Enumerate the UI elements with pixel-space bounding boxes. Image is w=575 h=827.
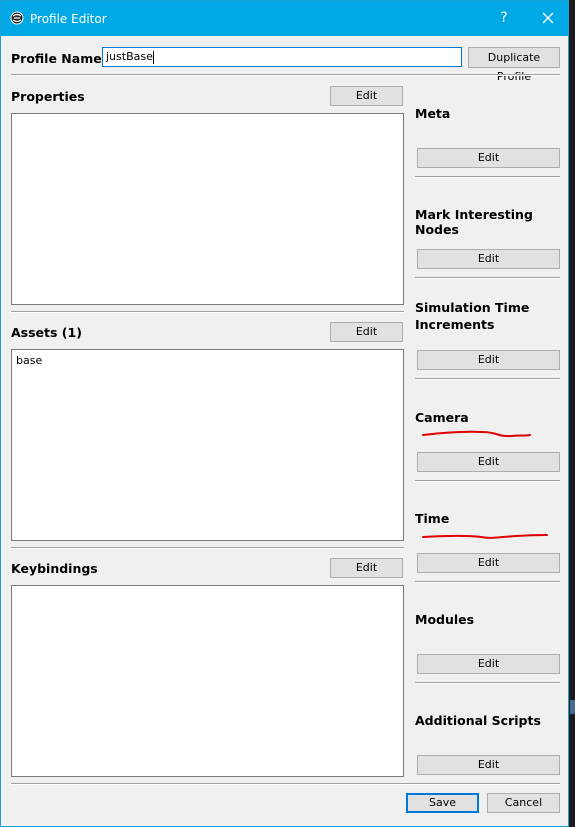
save-button[interactable]: Save	[406, 793, 479, 813]
annotation-underline	[422, 430, 531, 438]
close-icon[interactable]	[536, 7, 560, 29]
profile-editor-window: Profile Editor ? Profile Name: justBase …	[0, 0, 569, 827]
assets-label: Assets (1)	[11, 325, 82, 340]
separator	[415, 176, 560, 178]
additional-scripts-label: Additional Scripts	[415, 713, 541, 728]
modules-label: Modules	[415, 612, 475, 627]
simulation-time-increments-edit-button[interactable]: Edit	[417, 350, 560, 370]
assets-list[interactable]: base	[11, 349, 404, 541]
separator	[415, 581, 560, 583]
simulation-time-increments-label: Simulation Time	[415, 300, 530, 315]
separator	[11, 74, 560, 76]
annotation-underline	[422, 534, 548, 539]
mark-interesting-nodes-edit-button[interactable]: Edit	[417, 249, 560, 269]
time-edit-button[interactable]: Edit	[417, 553, 560, 573]
duplicate-profile-button[interactable]: Duplicate Profile	[468, 47, 560, 83]
list-item[interactable]: base	[16, 354, 42, 367]
separator	[11, 311, 404, 313]
camera-edit-button[interactable]: Edit	[417, 452, 560, 472]
text-caret	[152, 50, 154, 64]
window-title: Profile Editor	[30, 12, 107, 26]
separator	[415, 682, 560, 684]
additional-scripts-edit-button[interactable]: Edit	[417, 755, 560, 775]
background-window-edge	[570, 700, 575, 714]
properties-label: Properties	[11, 89, 85, 104]
separator	[415, 480, 560, 482]
profile-name-input[interactable]: justBase	[102, 47, 462, 67]
assets-edit-button[interactable]: Edit	[330, 322, 403, 342]
properties-edit-button[interactable]: Edit	[330, 86, 403, 106]
meta-edit-button[interactable]: Edit	[417, 148, 560, 168]
separator	[11, 783, 560, 785]
separator	[415, 277, 560, 279]
separator	[415, 378, 560, 380]
separator	[11, 547, 404, 549]
keybindings-label: Keybindings	[11, 561, 98, 576]
meta-label: Meta	[415, 106, 451, 121]
time-label: Time	[415, 511, 450, 526]
mark-interesting-nodes-label: Mark Interesting Nodes	[415, 207, 533, 237]
title-bar[interactable]: Profile Editor ?	[1, 1, 568, 36]
profile-name-label: Profile Name:	[11, 51, 107, 66]
app-icon	[10, 11, 24, 25]
camera-label: Camera	[415, 410, 469, 425]
properties-list[interactable]	[11, 113, 404, 305]
keybindings-list[interactable]	[11, 585, 404, 777]
help-button[interactable]: ?	[493, 7, 515, 29]
cancel-button[interactable]: Cancel	[487, 793, 560, 813]
profile-name-value: justBase	[106, 50, 153, 63]
keybindings-edit-button[interactable]: Edit	[330, 558, 403, 578]
modules-edit-button[interactable]: Edit	[417, 654, 560, 674]
simulation-time-increments-label-line2: Increments	[415, 317, 495, 332]
